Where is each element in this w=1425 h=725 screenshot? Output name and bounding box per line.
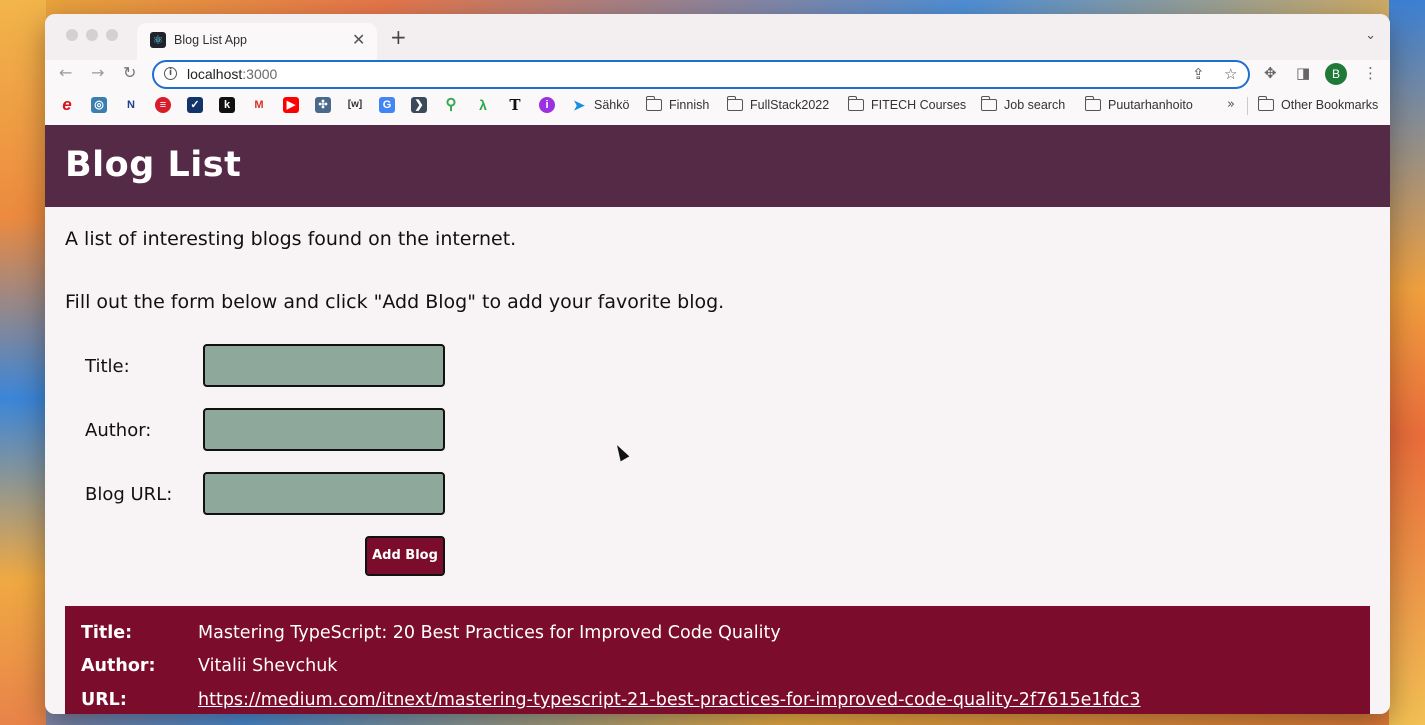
bookmark-gmail-icon[interactable]: M	[251, 97, 267, 113]
bookmark-nyt-icon[interactable]: T	[507, 97, 523, 113]
title-input[interactable]	[203, 344, 445, 387]
bookmark-wiki-icon[interactable]: [w]	[347, 97, 363, 113]
minimize-window-button[interactable]	[86, 29, 98, 41]
bookmark-folder-finnish[interactable]: Finnish	[669, 98, 709, 112]
folder-icon	[981, 96, 997, 111]
bookmark-youtube-icon[interactable]: ▶	[283, 97, 299, 113]
bookmark-globe-icon[interactable]: ◎	[91, 97, 107, 113]
site-info-icon[interactable]: i	[164, 67, 177, 80]
page-title: Blog List	[65, 145, 242, 185]
share-icon[interactable]: ⇪	[1192, 65, 1205, 83]
bookmark-translate-icon[interactable]: G	[379, 97, 395, 113]
bookmark-maps-pin-icon[interactable]: ⚲	[443, 97, 459, 113]
desktop-wallpaper-left	[0, 0, 46, 725]
bookmark-check-icon[interactable]: ✓	[187, 97, 203, 113]
zoom-window-button[interactable]	[106, 29, 118, 41]
browser-menu-icon[interactable]: ⋮	[1363, 64, 1378, 82]
bookmark-sahko[interactable]: Sähkö	[594, 98, 629, 112]
bookmark-puzzle-icon[interactable]: ✣	[315, 97, 331, 113]
blog-url-label: URL:	[81, 690, 127, 710]
title-label: Title:	[85, 356, 130, 377]
bookmark-folder-fitech[interactable]: FITECH Courses	[871, 98, 966, 112]
folder-icon	[727, 96, 743, 111]
bookmark-k-icon[interactable]: k	[219, 97, 235, 113]
back-arrow-icon[interactable]: ←	[59, 63, 72, 82]
bookmark-sahko-icon[interactable]: ➤	[571, 97, 587, 113]
tab-search-chevron-icon[interactable]: ⌄	[1365, 28, 1376, 43]
tab-strip: ⚛ Blog List App ✕ + ⌄	[45, 14, 1390, 60]
address-bar[interactable]: i localhost:3000 ⇪ ☆	[152, 60, 1250, 89]
desktop-wallpaper-right	[1389, 0, 1425, 725]
url-text[interactable]: localhost:3000	[187, 66, 277, 82]
close-window-button[interactable]	[66, 29, 78, 41]
bookmark-e-icon[interactable]: e	[59, 96, 75, 113]
blog-author-value: Vitalii Shevchuk	[198, 656, 338, 676]
react-favicon-icon: ⚛	[150, 32, 166, 48]
folder-icon	[1258, 96, 1274, 111]
bookmark-folder-fullstack[interactable]: FullStack2022	[750, 98, 829, 112]
blog-author-label: Author:	[81, 656, 156, 676]
folder-icon	[1085, 96, 1101, 111]
reload-icon[interactable]: ↻	[123, 63, 136, 82]
blog-url-label: Blog URL:	[85, 484, 173, 505]
bookmark-other-bookmarks[interactable]: Other Bookmarks	[1281, 98, 1378, 112]
bookmark-red-circle-icon[interactable]: ≡	[155, 97, 171, 113]
folder-icon	[848, 96, 864, 111]
tab-blog-list-app[interactable]: ⚛ Blog List App ✕	[137, 23, 377, 60]
side-panel-icon[interactable]: ◨	[1296, 64, 1310, 82]
url-host: localhost	[187, 66, 243, 82]
profile-avatar[interactable]: B	[1325, 63, 1347, 85]
new-tab-plus-icon[interactable]: +	[390, 27, 407, 47]
blog-card: Title: Mastering TypeScript: 20 Best Pra…	[65, 606, 1370, 714]
bookmark-star-icon[interactable]: ☆	[1224, 65, 1237, 83]
browser-window: ⚛ Blog List App ✕ + ⌄ ← → ↻ i localhost:…	[45, 14, 1390, 714]
author-label: Author:	[85, 420, 152, 441]
blog-url-input[interactable]	[203, 472, 445, 515]
bookmark-purple-icon[interactable]: i	[539, 97, 555, 113]
author-input[interactable]	[203, 408, 445, 451]
bookmark-folder-puutarha[interactable]: Puutarhanhoito	[1108, 98, 1193, 112]
bookmarks-divider	[1247, 97, 1248, 115]
bookmark-arrow-icon[interactable]: ❯	[411, 97, 427, 113]
browser-toolbar: ← → ↻ i localhost:3000 ⇪ ☆ ✥ ◨ B ⋮	[45, 60, 1390, 90]
page-header: Blog List	[45, 125, 1390, 207]
bookmark-n-icon[interactable]: N	[123, 97, 139, 113]
url-port: :3000	[242, 66, 278, 82]
extensions-puzzle-icon[interactable]: ✥	[1264, 64, 1277, 82]
bookmark-lambda-icon[interactable]: λ	[475, 97, 491, 113]
blog-title-value: Mastering TypeScript: 20 Best Practices …	[198, 623, 781, 643]
blog-url-link[interactable]: https://medium.com/itnext/mastering-type…	[198, 690, 1141, 710]
bookmarks-overflow-icon[interactable]: »	[1227, 97, 1235, 112]
folder-icon	[646, 96, 662, 111]
blog-title-label: Title:	[81, 623, 133, 643]
close-tab-icon[interactable]: ✕	[352, 30, 365, 49]
page-content: Blog List A list of interesting blogs fo…	[45, 125, 1390, 714]
instruction-text: Fill out the form below and click "Add B…	[65, 291, 725, 313]
bookmark-folder-job-search[interactable]: Job search	[1004, 98, 1065, 112]
tab-title: Blog List App	[174, 33, 247, 47]
forward-arrow-icon[interactable]: →	[91, 63, 104, 82]
intro-text: A list of interesting blogs found on the…	[65, 228, 517, 250]
add-blog-button[interactable]: Add Blog	[365, 536, 445, 576]
